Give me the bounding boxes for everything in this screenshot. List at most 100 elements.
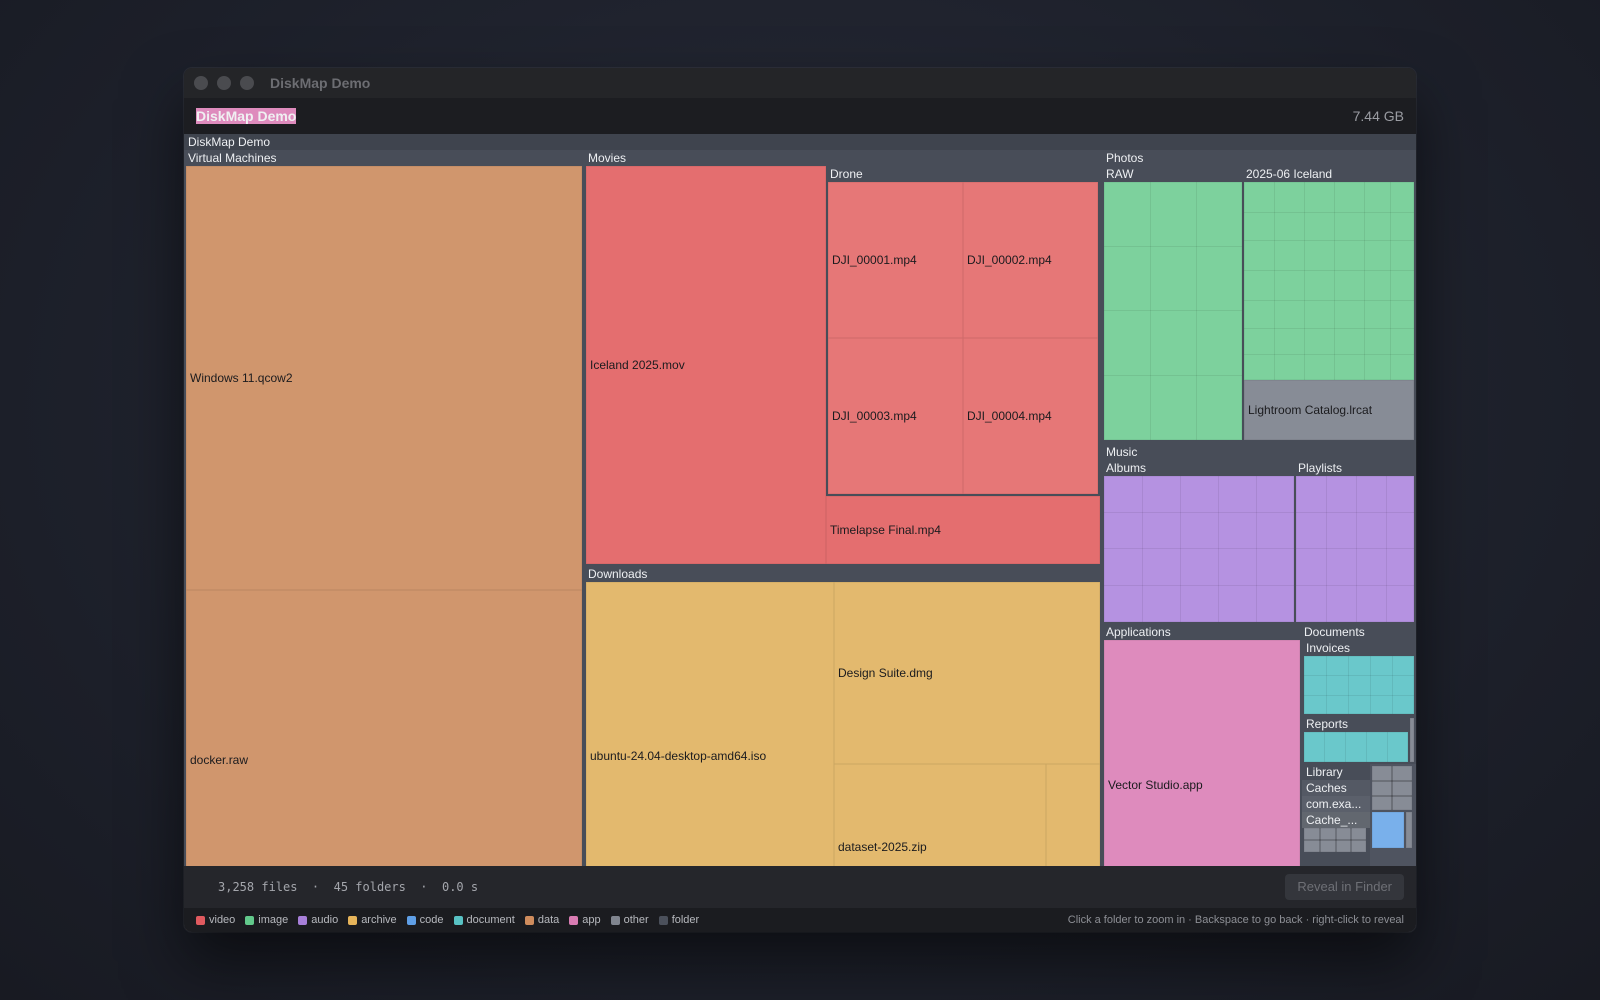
code-file[interactable] <box>1372 812 1404 848</box>
iceland-photos[interactable] <box>1244 182 1414 380</box>
invoices-grid <box>1304 656 1414 714</box>
legend-item-image: image <box>245 914 288 926</box>
legend-item-other: other <box>610 914 649 926</box>
folder-label-drone: Drone <box>830 167 863 181</box>
file-lightroom-catalog[interactable]: Lightroom Catalog.lrcat <box>1244 380 1414 440</box>
file-label: Windows 11.qcow2 <box>190 371 293 385</box>
folder-reports[interactable]: Reports <box>1302 716 1416 764</box>
file-label: Iceland 2025.mov <box>590 358 685 372</box>
zoom-window-button[interactable] <box>240 76 254 90</box>
legend-label: other <box>623 914 649 926</box>
file-label: Vector Studio.app <box>1108 778 1203 792</box>
misc-grid <box>1372 766 1412 810</box>
app-header: DiskMap Demo 7.44 GB <box>184 98 1416 134</box>
file-dji-00004[interactable]: DJI_00004.mp4 <box>963 338 1098 494</box>
misc-files[interactable] <box>1372 766 1412 810</box>
legend-swatch <box>348 915 358 925</box>
folder-label-invoices: Invoices <box>1306 641 1351 655</box>
file-label: DJI_00002.mp4 <box>967 253 1052 267</box>
raw-photos[interactable] <box>1104 182 1242 440</box>
file-iceland-2025-mov[interactable]: Iceland 2025.mov <box>586 166 826 564</box>
legend-label: data <box>537 914 560 926</box>
legend-item-app: app <box>569 914 601 926</box>
file-label: DJI_00003.mp4 <box>832 409 917 423</box>
legend-swatch <box>453 915 463 925</box>
folder-label-com-example: com.exa... <box>1306 797 1362 811</box>
folder-label-applications: Applications <box>1106 625 1171 639</box>
folder-label-music: Music <box>1106 445 1138 459</box>
albums-grid <box>1104 476 1294 622</box>
folder-label-downloads: Downloads <box>588 567 648 581</box>
folder-albums[interactable]: Albums <box>1102 460 1294 624</box>
window-title: DiskMap Demo <box>270 75 371 91</box>
cache-grid <box>1304 828 1366 852</box>
app-name: DiskMap Demo <box>196 108 297 124</box>
file-label: Design Suite.dmg <box>838 666 933 680</box>
other-file-small[interactable] <box>1406 812 1412 848</box>
file-label: dataset-2025.zip <box>838 840 927 854</box>
report-file-small[interactable] <box>1410 718 1414 762</box>
legend-item-audio: audio <box>298 914 338 926</box>
close-window-button[interactable] <box>194 76 208 90</box>
raw-grid <box>1104 182 1242 440</box>
folder-label-cache: Cache_... <box>1306 813 1358 827</box>
total-size: 7.44 GB <box>1352 108 1404 124</box>
legend-label: document <box>466 914 515 926</box>
legend-swatch <box>245 915 255 925</box>
folder-label-playlists: Playlists <box>1298 461 1343 475</box>
legend-swatch <box>406 915 416 925</box>
legend-label: code <box>419 914 444 926</box>
cache-files[interactable] <box>1304 828 1366 852</box>
file-dji-00001[interactable]: DJI_00001.mp4 <box>828 182 963 338</box>
file-label: ubuntu-24.04-desktop-amd64.iso <box>590 749 767 763</box>
file-dji-00003[interactable]: DJI_00003.mp4 <box>828 338 963 494</box>
folder-label-photos: Photos <box>1106 151 1144 165</box>
folder-com-example[interactable]: com.exa... <box>1302 796 1370 812</box>
album-files[interactable] <box>1104 476 1294 622</box>
legend-item-code: code <box>406 914 444 926</box>
folder-cache[interactable]: Cache_... <box>1302 812 1370 828</box>
legend-swatch <box>298 915 308 925</box>
legend-item-video: video <box>196 914 235 926</box>
folder-label-caches: Caches <box>1306 781 1347 795</box>
playlist-files[interactable] <box>1296 476 1414 622</box>
folder-label-raw: RAW <box>1106 167 1134 181</box>
legend-label: audio <box>311 914 339 926</box>
minimize-window-button[interactable] <box>217 76 231 90</box>
file-design-suite-dmg[interactable]: Design Suite.dmg <box>834 582 1100 764</box>
folder-label-movies: Movies <box>588 151 627 165</box>
folder-virtual-machines[interactable]: Virtual Machines Windows 11.qcow2 docker… <box>184 150 584 932</box>
folder-photos[interactable]: Photos RAW 2025-06 Iceland Lightroom Cat… <box>1102 150 1416 444</box>
folder-2025-06-iceland[interactable]: 2025-06 Iceland Lightroom Catalog.lrcat <box>1242 166 1416 442</box>
folder-playlists[interactable]: Playlists <box>1294 460 1416 624</box>
folder-music[interactable]: Music Albums Playlists <box>1102 444 1416 624</box>
folder-movies[interactable]: Movies Iceland 2025.mov Drone DJI_00001.… <box>584 150 1102 566</box>
legend-item-archive: archive <box>348 914 397 926</box>
folder-raw[interactable]: RAW <box>1102 166 1242 442</box>
legend-item-data: data <box>524 914 560 926</box>
file-label: DJI_00004.mp4 <box>967 409 1052 423</box>
playlists-grid <box>1296 476 1414 622</box>
file-timelapse-final[interactable]: Timelapse Final.mp4 <box>826 496 1100 564</box>
legend-label: archive <box>361 914 397 926</box>
file-label: Lightroom Catalog.lrcat <box>1248 403 1373 417</box>
folder-label-library: Library <box>1306 765 1343 779</box>
invoice-files[interactable] <box>1304 656 1414 714</box>
folder-drone[interactable]: Drone DJI_00001.mp4 DJI_00002.mp4 DJI_00… <box>826 166 1100 496</box>
folder-label-virtual-machines: Virtual Machines <box>188 151 277 165</box>
folder-caches[interactable]: Caches <box>1302 780 1370 796</box>
report-files[interactable] <box>1304 732 1408 762</box>
legend-swatch <box>569 915 579 925</box>
reveal-in-finder-button[interactable]: Reveal in Finder <box>1285 874 1404 900</box>
legend-swatch <box>610 915 620 925</box>
treemap: DiskMap Demo Virtual Machines Windows 11… <box>184 134 1416 932</box>
file-windows-11-qcow2[interactable]: Windows 11.qcow2 <box>186 166 582 590</box>
legend-label: video <box>209 914 236 926</box>
scan-stats: 3,258 files · 45 folders · 0.0 s <box>218 880 479 894</box>
file-label: docker.raw <box>190 753 249 767</box>
file-dji-00002[interactable]: DJI_00002.mp4 <box>963 182 1098 338</box>
folder-invoices[interactable]: Invoices <box>1302 640 1416 716</box>
folder-label-albums: Albums <box>1106 461 1147 475</box>
folder-label-2025-06-iceland: 2025-06 Iceland <box>1246 167 1333 181</box>
status-bar: 3,258 files · 45 folders · 0.0 s Reveal … <box>184 866 1416 908</box>
